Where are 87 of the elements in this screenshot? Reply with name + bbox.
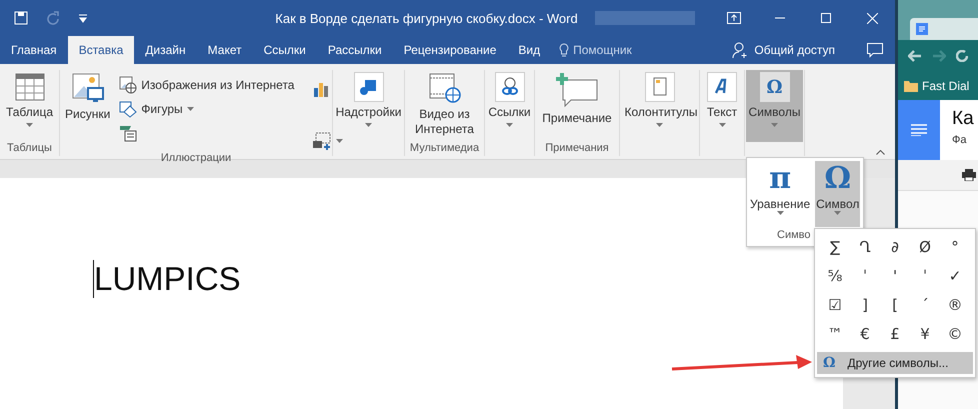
text-style-icon xyxy=(707,72,737,102)
symbol-option[interactable]: © xyxy=(940,319,970,348)
group-label: Мультимедиа xyxy=(408,142,480,156)
ribbon-button[interactable]: Примечание xyxy=(539,70,615,142)
ribbon-button[interactable]: Ссылки xyxy=(485,70,534,142)
ribbon-button[interactable]: Надстройки xyxy=(332,70,404,142)
group-label: Симво xyxy=(776,229,812,241)
window-title: Как в Ворде сделать фигурную скобку.docx - Word xyxy=(274,10,579,26)
redo-icon xyxy=(46,11,60,25)
symbol-option[interactable]: ' xyxy=(880,261,910,290)
symbol-option[interactable]: £ xyxy=(880,319,910,348)
ribbon-button[interactable]: Изображения из Интернета xyxy=(117,74,296,96)
ribbon-button[interactable]: Рисунки xyxy=(62,70,114,152)
table-icon xyxy=(14,72,44,102)
ribbon-tab[interactable]: Ссылки xyxy=(252,36,317,64)
symbol-option[interactable]: ✓ xyxy=(940,261,970,290)
screenshot-icon xyxy=(312,132,332,150)
symbol-option[interactable]: ° xyxy=(940,232,970,261)
group-label: Таблицы xyxy=(6,142,53,156)
reload-icon xyxy=(956,50,968,62)
collapse-icon xyxy=(876,150,885,155)
symbol-option[interactable]: ] xyxy=(850,290,880,319)
ribbon-tab[interactable]: Макет xyxy=(196,36,253,64)
symbol-option[interactable]: ⅝ xyxy=(820,261,850,290)
online-picture-icon xyxy=(119,76,138,94)
shapes-icon xyxy=(119,100,138,118)
more-symbols-item[interactable]: Ω Другие символы... xyxy=(817,352,973,374)
smartart-icon xyxy=(119,124,138,142)
ribbon-button[interactable] xyxy=(310,130,346,152)
ribbon-tab[interactable]: Вид xyxy=(507,36,552,64)
ribbon-button[interactable]: Ω Символ xyxy=(815,161,860,227)
ribbon-button[interactable]: Видео из Интернета xyxy=(407,70,482,142)
back-icon xyxy=(908,50,922,62)
browser-tab[interactable] xyxy=(910,18,978,40)
ribbon-button[interactable]: π Уравнение xyxy=(749,161,812,227)
group-label: Примечания xyxy=(544,142,610,156)
group-label: Иллюстрации xyxy=(160,152,232,164)
ribbon-tab[interactable]: Главная xyxy=(0,36,68,64)
symbol-option[interactable]: ™ xyxy=(820,319,850,348)
close-icon xyxy=(866,12,878,24)
caret-icon xyxy=(834,211,842,215)
caret-icon xyxy=(776,211,784,215)
symbol-option[interactable]: ® xyxy=(940,290,970,319)
print-icon xyxy=(962,169,976,181)
symbol-option[interactable]: ¥ xyxy=(910,319,940,348)
store-icon xyxy=(354,72,384,102)
ribbon-button[interactable]: Фигуры xyxy=(117,98,296,120)
customize-icon xyxy=(78,13,88,23)
document-subheading: Фа xyxy=(952,134,968,146)
ribbon-tab[interactable]: Дизайн xyxy=(134,36,197,64)
save-icon xyxy=(14,11,28,25)
symbol-option[interactable]: ˈ xyxy=(850,261,880,290)
symbol-option[interactable]: ∑ xyxy=(820,232,850,261)
ribbon-tab[interactable]: Рецензирование xyxy=(392,36,508,64)
maximize-icon xyxy=(821,13,831,23)
symbol-option[interactable]: Ղ xyxy=(850,232,880,261)
ribbon-tab[interactable]: Рассылки xyxy=(316,36,393,64)
chart-icon xyxy=(312,80,330,98)
symbol-option[interactable]: Ø xyxy=(910,232,940,261)
document-text: LUMPICS xyxy=(93,260,241,298)
comment-icon xyxy=(555,72,599,108)
forward-icon xyxy=(932,50,946,62)
link-globe-icon xyxy=(494,72,524,102)
ribbon-button[interactable]: Колонтитулы xyxy=(622,70,698,142)
minimize-icon xyxy=(775,17,785,19)
ribbon-tab[interactable]: Вставка xyxy=(68,36,134,64)
picture-icon xyxy=(72,72,104,104)
document-heading: Ка xyxy=(952,108,975,130)
folder-icon xyxy=(904,80,918,92)
ribbon-button[interactable]: Таблица xyxy=(2,70,56,142)
symbol-option[interactable]: € xyxy=(850,319,880,348)
page-icon xyxy=(644,72,674,102)
comment-icon xyxy=(867,42,883,58)
menu-icon xyxy=(911,124,927,136)
ribbon-display-icon xyxy=(727,12,741,24)
ribbon-button[interactable]: Текст xyxy=(704,70,740,142)
lightbulb-icon xyxy=(559,43,570,57)
tell-me-field[interactable]: Помощник xyxy=(573,43,632,57)
symbol-option[interactable]: ˈ xyxy=(910,261,940,290)
symbol-option[interactable]: [ xyxy=(880,290,910,319)
symbol-option[interactable]: ☑ xyxy=(820,290,850,319)
document-icon xyxy=(916,23,928,35)
symbol-option[interactable]: ´ xyxy=(910,290,940,319)
symbol-option[interactable]: ∂ xyxy=(880,232,910,261)
share-button[interactable]: Общий доступ xyxy=(712,36,855,64)
video-globe-icon xyxy=(428,72,460,104)
ribbon-button[interactable]: Ω Символы xyxy=(746,70,804,142)
